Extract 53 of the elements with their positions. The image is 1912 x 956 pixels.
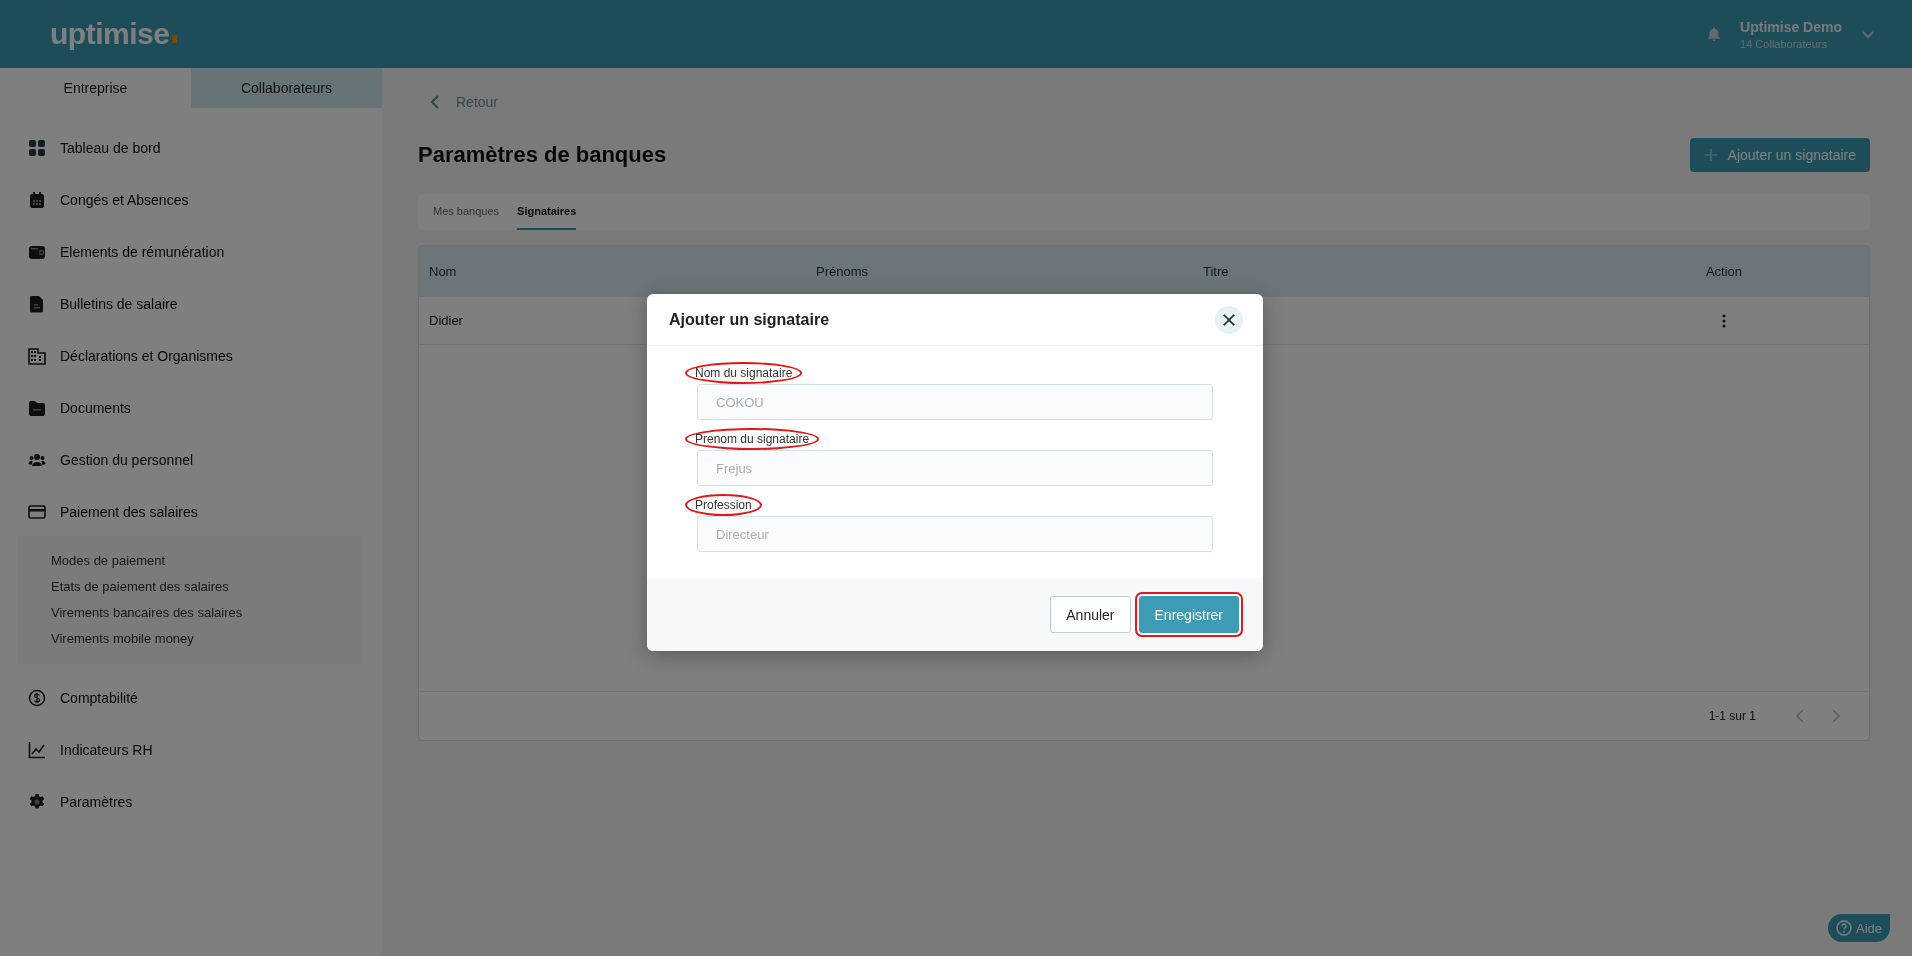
wallet-icon: [28, 243, 46, 261]
column-header: Titre: [1203, 264, 1229, 279]
sidebar-item[interactable]: Paramètres: [0, 776, 382, 828]
column-header: Prénoms: [816, 264, 869, 279]
card-icon: [28, 503, 46, 521]
sidebar-item[interactable]: Tableau de bord: [0, 122, 382, 174]
kebab-menu-icon: [1722, 313, 1726, 328]
tab[interactable]: Signataires: [517, 194, 577, 230]
question-icon: [1835, 920, 1852, 936]
people-icon: [28, 451, 46, 469]
submenu-item[interactable]: Etats de paiement des salaires: [51, 574, 229, 600]
sidebar-item[interactable]: Gestion du personnel: [0, 434, 382, 486]
close-button[interactable]: [1215, 305, 1243, 334]
chevron-left-icon: [1794, 708, 1806, 724]
pagination-info: 1-1 sur 1: [1708, 709, 1756, 723]
user-name: Uptimise Demo: [1740, 18, 1842, 35]
sidebar-item[interactable]: Elements de rémunération: [0, 226, 382, 278]
column-header: Action: [1705, 264, 1743, 279]
tab[interactable]: Mes banques: [433, 194, 500, 230]
sidebar-item[interactable]: Déclarations et Organismes: [0, 330, 382, 382]
bell-icon: [1706, 26, 1723, 42]
input-field[interactable]: Frejus: [697, 450, 1213, 486]
folder-icon: [28, 399, 46, 417]
chevron-left-icon: [428, 94, 442, 110]
file-icon: [28, 295, 46, 313]
page-title: Paramètres de banques: [418, 142, 667, 168]
submenu-item[interactable]: Modes de paiement: [51, 548, 166, 574]
sidebar-item[interactable]: Comptabilité: [0, 672, 382, 724]
sidebar-item[interactable]: Bulletins de salaire: [0, 278, 382, 330]
sidebar-item[interactable]: Indicateurs RH: [0, 724, 382, 776]
sidebar-item[interactable]: Documents: [0, 382, 382, 434]
sidebar-item[interactable]: Paiement des salaires: [0, 486, 382, 538]
input-field[interactable]: Directeur: [697, 516, 1213, 552]
input-field[interactable]: COKOU: [697, 384, 1213, 420]
table-cell: Didier: [429, 313, 463, 328]
close-icon: [1222, 312, 1236, 327]
submenu-item[interactable]: Virements mobile money: [51, 626, 194, 652]
sidebar-tab[interactable]: Collaborateurs: [191, 68, 382, 108]
calendar-icon: [28, 191, 46, 209]
user-subtitle: 14 Collaborateurs: [1740, 37, 1828, 50]
cancel-button[interactable]: Annuler: [1050, 596, 1131, 633]
settings-icon: [28, 793, 46, 811]
sidebar-item[interactable]: Congés et Absences: [0, 174, 382, 226]
column-header: Nom: [429, 264, 457, 279]
dollar-icon: [28, 689, 46, 707]
submenu-item[interactable]: Virements bancaires des salaires: [51, 600, 243, 626]
line-chart-icon: [28, 741, 46, 759]
chevron-right-icon: [1830, 708, 1842, 724]
grid-icon: [28, 139, 46, 157]
building-icon: [28, 347, 46, 365]
logo: uptimise: [50, 17, 178, 51]
dialog-title: Ajouter un signataire: [669, 310, 830, 329]
plus-icon: [1703, 148, 1718, 162]
